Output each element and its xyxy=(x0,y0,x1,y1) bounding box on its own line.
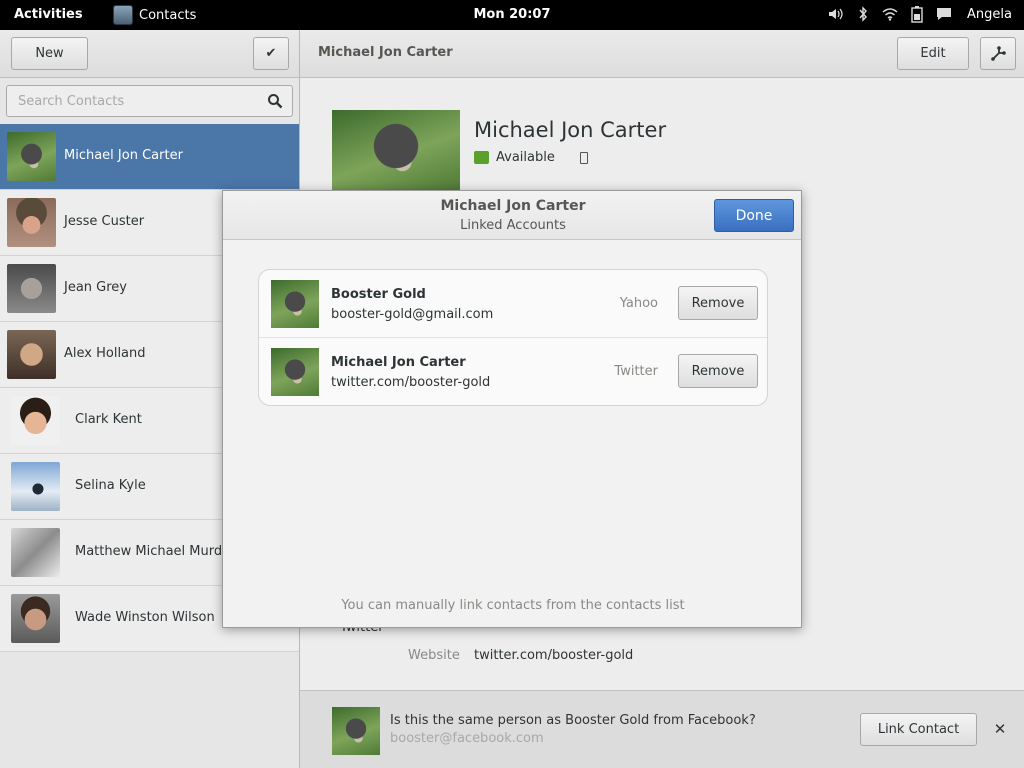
contact-name: Clark Kent xyxy=(75,412,142,427)
close-icon[interactable]: ✕ xyxy=(993,720,1007,738)
contact-name: Wade Winston Wilson xyxy=(75,610,215,625)
avatar xyxy=(271,348,319,396)
chat-icon[interactable] xyxy=(936,5,952,23)
contact-name: Selina Kyle xyxy=(75,478,146,493)
presence-label: Available xyxy=(496,150,555,165)
search-icon[interactable] xyxy=(267,93,283,109)
contact-name: Jean Grey xyxy=(64,280,127,295)
edit-button[interactable]: Edit xyxy=(897,37,969,70)
top-bar: Activities Contacts Mon 20:07 Angela xyxy=(0,0,1024,30)
search-box xyxy=(6,85,293,117)
phone-icon xyxy=(579,151,588,164)
user-menu[interactable]: Angela xyxy=(967,7,1012,22)
avatar xyxy=(271,280,319,328)
remove-account-button[interactable]: Remove xyxy=(678,286,758,320)
remove-account-button[interactable]: Remove xyxy=(678,354,758,388)
avatar xyxy=(332,707,380,755)
linked-account-row: Booster Gold booster-gold@gmail.com Yaho… xyxy=(259,270,767,338)
account-id: twitter.com/booster-gold xyxy=(331,375,491,390)
avatar xyxy=(11,594,60,643)
avatar xyxy=(7,198,56,247)
search-input[interactable] xyxy=(7,86,257,116)
account-name: Booster Gold xyxy=(331,287,426,302)
volume-icon[interactable] xyxy=(828,5,844,23)
suggestion-email: booster@facebook.com xyxy=(390,731,544,746)
account-name: Michael Jon Carter xyxy=(331,355,466,370)
checkmark-icon: ✔ xyxy=(265,46,277,61)
system-tray: Angela xyxy=(828,5,1012,23)
contact-name: Michael Jon Carter xyxy=(64,148,183,163)
done-button[interactable]: Done xyxy=(714,199,794,232)
contact-name: Jesse Custer xyxy=(64,214,145,229)
avatar xyxy=(11,396,60,445)
link-icon xyxy=(991,45,1006,61)
contact-photo[interactable] xyxy=(332,110,460,190)
linked-account-row: Michael Jon Carter twitter.com/booster-g… xyxy=(259,338,767,405)
dialog-header: Michael Jon Carter Linked Accounts Done xyxy=(223,191,801,240)
avatar xyxy=(7,330,56,379)
linked-accounts-button[interactable] xyxy=(980,37,1016,70)
battery-icon[interactable] xyxy=(909,5,925,23)
selection-mode-button[interactable]: ✔ xyxy=(253,37,289,70)
new-contact-button[interactable]: New xyxy=(11,37,88,70)
available-icon xyxy=(474,151,489,164)
dialog-hint: You can manually link contacts from the … xyxy=(341,598,685,613)
account-service: Twitter xyxy=(614,364,658,379)
avatar xyxy=(11,528,60,577)
contact-name: Alex Holland xyxy=(64,346,146,361)
contact-full-name: Michael Jon Carter xyxy=(474,118,667,142)
suggestion-question: Is this the same person as Booster Gold … xyxy=(390,713,756,728)
website-value[interactable]: twitter.com/booster-gold xyxy=(474,648,633,663)
website-label: Website xyxy=(408,648,460,663)
detail-toolbar: Michael Jon Carter Edit xyxy=(300,30,1024,78)
account-service: Yahoo xyxy=(619,296,658,311)
link-contact-button[interactable]: Link Contact xyxy=(860,713,977,746)
bluetooth-icon[interactable] xyxy=(855,5,871,23)
linked-accounts-dialog: Michael Jon Carter Linked Accounts Done … xyxy=(222,190,802,628)
link-suggestion-bar: Is this the same person as Booster Gold … xyxy=(300,690,1024,768)
avatar xyxy=(7,264,56,313)
wifi-icon[interactable] xyxy=(882,5,898,23)
linked-accounts-list: Booster Gold booster-gold@gmail.com Yaho… xyxy=(258,269,768,406)
account-id: booster-gold@gmail.com xyxy=(331,307,494,322)
sidebar-toolbar: New ✔ xyxy=(0,30,299,78)
contact-row[interactable]: Michael Jon Carter xyxy=(0,124,299,190)
presence-status: Available xyxy=(474,150,588,165)
avatar xyxy=(7,132,56,181)
detail-toolbar-title: Michael Jon Carter xyxy=(318,45,453,60)
contact-name: Matthew Michael Murdock xyxy=(75,544,245,559)
avatar xyxy=(11,462,60,511)
